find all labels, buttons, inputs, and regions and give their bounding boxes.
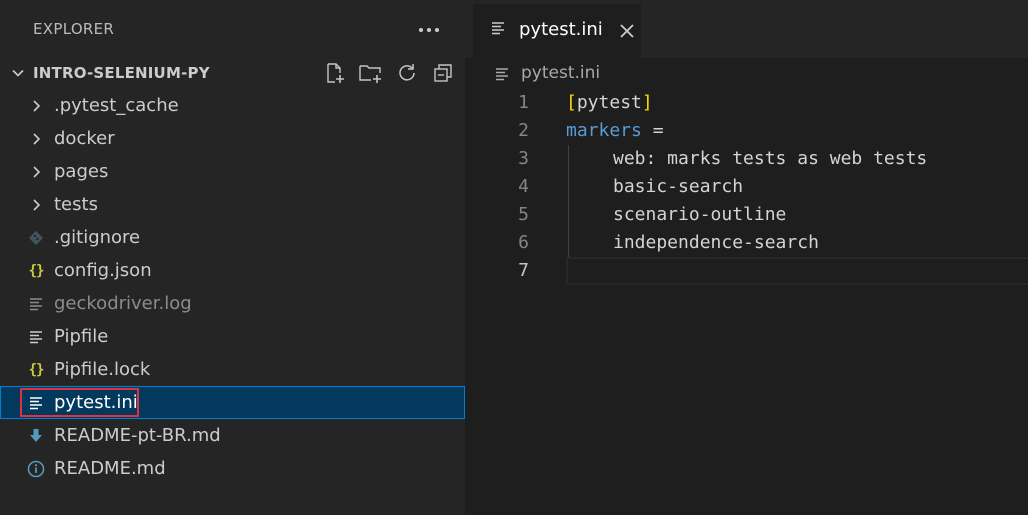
lines-icon	[491, 20, 505, 39]
section-bracket-close: ]	[641, 92, 653, 113]
code-line: 4 basic-search	[465, 173, 1028, 201]
tab-bar: pytest.ini	[465, 0, 1028, 58]
current-line-highlight	[566, 257, 1028, 285]
section-name: pytest	[576, 92, 642, 113]
assign-operator: =	[641, 120, 664, 141]
lines-icon	[26, 327, 46, 347]
tree-item-label: geckodriver.log	[54, 293, 192, 314]
chevron-right-icon	[26, 162, 46, 182]
indent-guide	[568, 145, 569, 173]
line-content: independence-search	[613, 232, 819, 253]
project-actions	[322, 60, 455, 86]
new-folder-icon[interactable]	[358, 60, 383, 85]
tree-item-label: pytest.ini	[54, 392, 138, 413]
info-icon	[26, 459, 46, 479]
code-line: 6 independence-search	[465, 229, 1028, 257]
tree-item-label: Pipfile.lock	[54, 359, 151, 380]
file-gitignore[interactable]: .gitignore	[0, 221, 465, 254]
line-content: web: marks tests as web tests	[613, 148, 928, 169]
file-pipfile[interactable]: Pipfile	[0, 320, 465, 353]
lines-icon	[26, 393, 46, 413]
breadcrumb-label: pytest.ini	[521, 63, 601, 83]
code-line-current: 7	[465, 257, 1028, 285]
tree-item-label: .pytest_cache	[54, 95, 179, 116]
code-line: 2 markers =	[465, 117, 1028, 145]
git-icon	[26, 228, 46, 248]
tree-item-label: tests	[54, 194, 98, 215]
indent-guide	[568, 173, 569, 201]
more-actions-icon[interactable]	[417, 18, 441, 42]
file-pytest-ini[interactable]: pytest.ini	[0, 386, 465, 419]
explorer-sidebar: EXPLORER INTRO-SELENIUM-PY .pytest_cache	[0, 0, 465, 515]
tree-item-label: docker	[54, 128, 115, 149]
file-readme[interactable]: README.md	[0, 452, 465, 485]
code-line: 5 scenario-outline	[465, 201, 1028, 229]
lines-icon	[495, 66, 509, 85]
tree-item-label: README.md	[54, 458, 166, 479]
line-content: scenario-outline	[613, 204, 787, 225]
file-geckodriver-log[interactable]: geckodriver.log	[0, 287, 465, 320]
new-file-icon[interactable]	[322, 60, 347, 85]
lines-icon	[26, 294, 46, 314]
explorer-header: EXPLORER	[0, 0, 465, 60]
line-number: 3	[518, 148, 529, 169]
chevron-right-icon	[26, 96, 46, 116]
json-icon: {}	[28, 263, 45, 279]
file-config-json[interactable]: {} config.json	[0, 254, 465, 287]
download-arrow-icon	[26, 426, 46, 446]
folder-tests[interactable]: tests	[0, 188, 465, 221]
file-pipfile-lock[interactable]: {} Pipfile.lock	[0, 353, 465, 386]
line-number: 2	[518, 120, 529, 141]
tree-item-label: Pipfile	[54, 326, 109, 347]
chevron-right-icon	[26, 195, 46, 215]
refresh-icon[interactable]	[394, 60, 419, 85]
close-icon[interactable]	[617, 21, 637, 41]
project-folder-header[interactable]: INTRO-SELENIUM-PY	[0, 58, 465, 88]
project-name: INTRO-SELENIUM-PY	[33, 64, 210, 82]
folder-pages[interactable]: pages	[0, 155, 465, 188]
editor-pane: pytest.ini pytest.ini 1 [pytest] 2 marke…	[465, 0, 1028, 515]
tree-item-label: config.json	[54, 260, 152, 281]
line-number: 4	[518, 176, 529, 197]
line-number: 6	[518, 232, 529, 253]
indent-guide	[568, 229, 569, 257]
indent-guide	[568, 201, 569, 229]
section-bracket-open: [	[566, 92, 577, 113]
folder-pytest-cache[interactable]: .pytest_cache	[0, 89, 465, 122]
line-number: 7	[518, 260, 529, 281]
line-content: basic-search	[613, 176, 744, 197]
collapse-all-icon[interactable]	[430, 60, 455, 85]
explorer-title: EXPLORER	[33, 20, 115, 38]
tree-item-label: README-pt-BR.md	[54, 425, 221, 446]
folder-docker[interactable]: docker	[0, 122, 465, 155]
json-icon: {}	[28, 362, 45, 378]
line-content: [pytest]	[566, 92, 653, 113]
chevron-right-icon	[26, 129, 46, 149]
file-readme-pt-br[interactable]: README-pt-BR.md	[0, 419, 465, 452]
line-number: 1	[518, 92, 529, 113]
line-content: markers =	[566, 120, 664, 141]
line-number: 5	[518, 204, 529, 225]
tab-label: pytest.ini	[519, 19, 603, 40]
chevron-down-icon	[12, 69, 24, 77]
tree-item-label: .gitignore	[54, 227, 141, 248]
code-line: 3 web: marks tests as web tests	[465, 145, 1028, 173]
tree-item-label: pages	[54, 161, 109, 182]
config-key: markers	[566, 120, 642, 141]
code-line: 1 [pytest]	[465, 89, 1028, 117]
tab-pytest-ini[interactable]: pytest.ini	[473, 4, 641, 58]
